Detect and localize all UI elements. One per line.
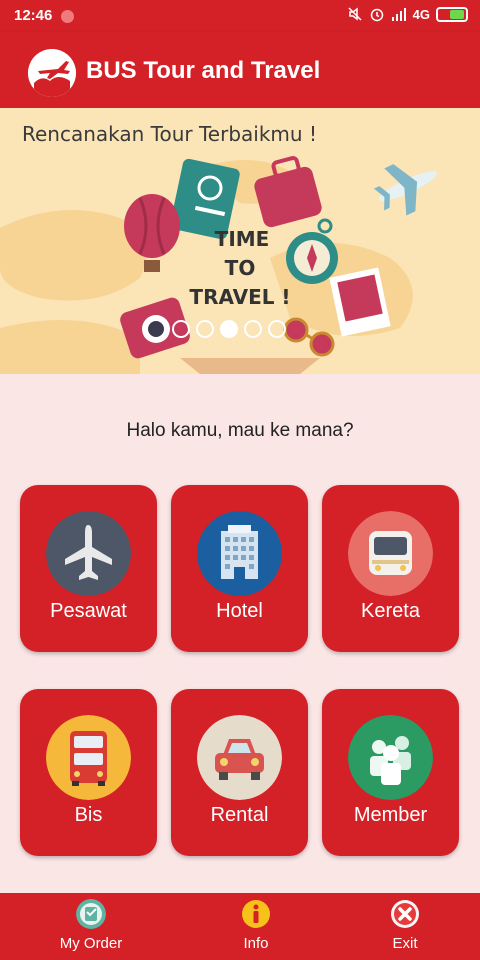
banner-center-line-2: TO <box>225 256 256 280</box>
building-icon <box>197 511 282 596</box>
menu-icon-circle <box>197 511 282 596</box>
status-icons: 4G <box>347 6 468 22</box>
bus-icon <box>46 715 131 800</box>
car-icon <box>197 715 282 800</box>
banner-center-line-1: TIME <box>215 227 270 251</box>
menu-tile-kereta[interactable]: Kereta <box>322 485 459 652</box>
menu-icon-circle <box>348 715 433 800</box>
status-bar: 12:46 4G <box>0 0 480 32</box>
menu-icon-circle <box>46 511 131 596</box>
recording-indicator-icon <box>61 10 74 23</box>
signal-icon <box>391 8 406 21</box>
menu-label-hotel: Hotel <box>216 600 263 622</box>
order-icon <box>76 899 106 929</box>
nav-item-exit[interactable]: Exit <box>345 893 465 960</box>
carousel-dot[interactable] <box>220 320 238 338</box>
menu-icon-circle <box>348 511 433 596</box>
compass-icon <box>286 218 338 284</box>
train-icon <box>348 511 433 596</box>
app-title: BUS Tour and Travel <box>86 57 321 84</box>
info-icon <box>242 900 270 928</box>
menu-icon-circle <box>197 715 282 800</box>
menu-label-member: Member <box>353 804 428 826</box>
banner-center-line-3: TRAVEL ! <box>189 285 290 309</box>
nav-item-my-order[interactable]: My Order <box>31 893 151 960</box>
alarm-icon <box>370 8 383 22</box>
app-logo-icon <box>28 49 76 97</box>
greeting-text: Halo kamu, mau ke mana? <box>126 420 354 441</box>
banner-heading: Rencanakan Tour Terbaikmu ! <box>22 122 317 146</box>
menu-label-rental: Rental <box>210 804 269 826</box>
airplane-icon <box>46 511 131 596</box>
app-bar: BUS Tour and Travel <box>0 32 480 108</box>
carousel-indicator <box>172 320 286 338</box>
airplane-icon <box>373 164 438 216</box>
nav-label-my-order: My Order <box>59 935 123 952</box>
menu-tile-member[interactable]: Member <box>322 689 459 856</box>
status-time: 12:46 <box>14 7 53 24</box>
nav-label-exit: Exit <box>392 935 418 952</box>
promo-banner[interactable]: TIME TO TRAVEL ! Rencanakan Tour Terbaik… <box>0 108 480 374</box>
menu-label-kereta: Kereta <box>361 600 420 622</box>
menu-label-pesawat: Pesawat <box>50 600 127 622</box>
menu-icon-circle <box>46 715 131 800</box>
carousel-dot[interactable] <box>196 320 214 338</box>
carousel-dot[interactable] <box>268 320 286 338</box>
network-type: 4G <box>412 6 430 22</box>
nav-item-info[interactable]: Info <box>196 893 316 960</box>
bottom-navigation: My Order Info Exit <box>0 893 480 960</box>
battery-icon <box>436 6 468 22</box>
menu-tile-pesawat[interactable]: Pesawat <box>20 485 157 652</box>
menu-tile-hotel[interactable]: Hotel <box>171 485 308 652</box>
mute-icon <box>348 7 362 21</box>
menu-tile-rental[interactable]: Rental <box>171 689 308 856</box>
menu-label-bis: Bis <box>74 804 103 826</box>
people-icon <box>348 715 433 800</box>
carousel-dot[interactable] <box>244 320 262 338</box>
exit-icon <box>391 900 419 928</box>
carousel-dot[interactable] <box>172 320 190 338</box>
menu-tile-bis[interactable]: Bis <box>20 689 157 856</box>
nav-label-info: Info <box>243 935 269 952</box>
